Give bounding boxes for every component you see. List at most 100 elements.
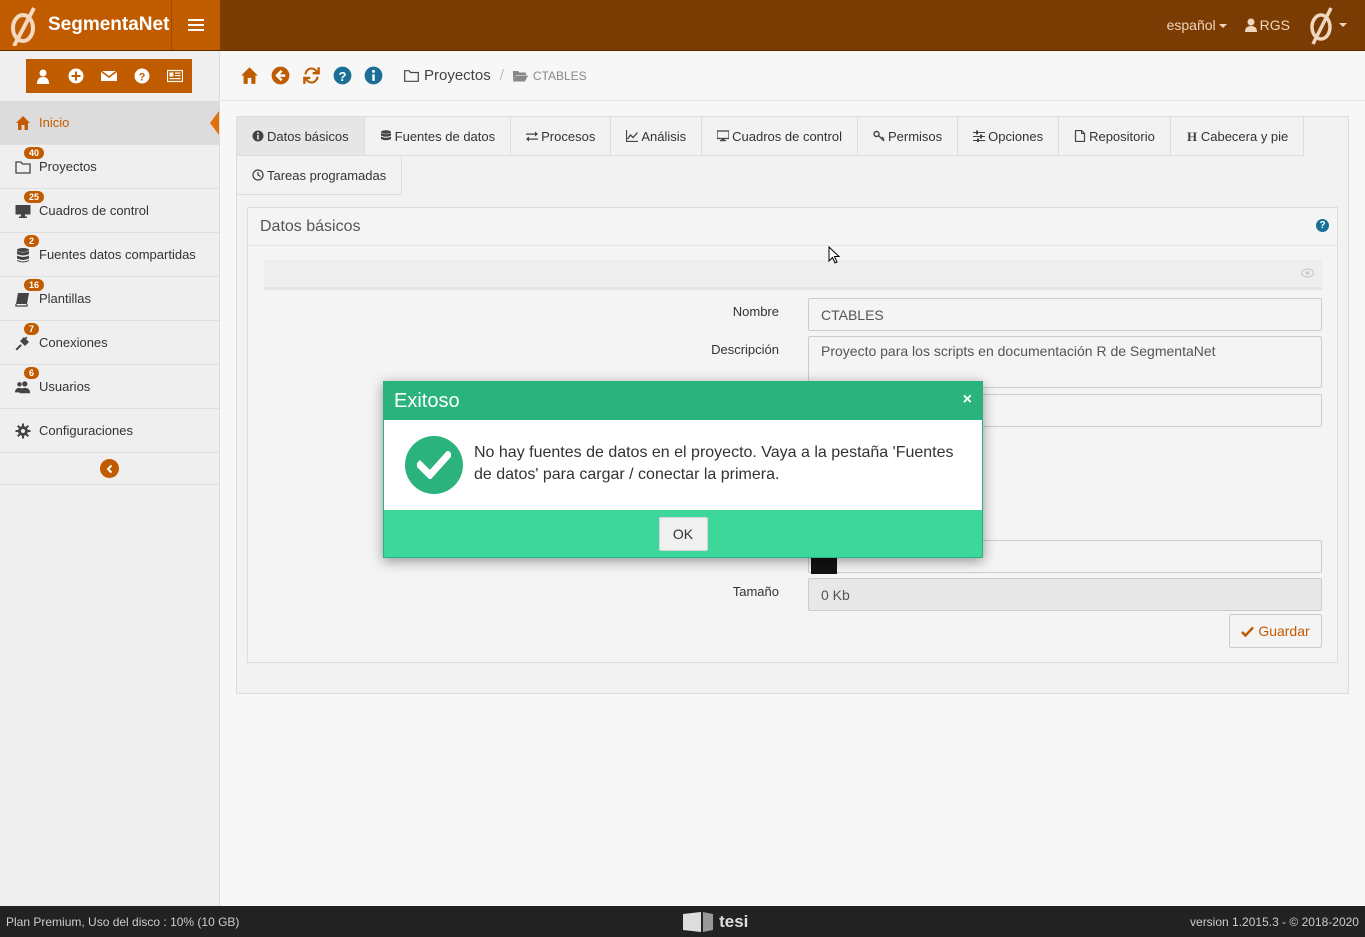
desktop-icon bbox=[15, 204, 31, 218]
eye-icon[interactable] bbox=[1301, 268, 1314, 278]
language-selector[interactable]: español bbox=[1167, 17, 1227, 33]
main-toolbar: ? Proyectos / CTABLES bbox=[221, 51, 1365, 101]
sidebar-item-cuadros[interactable]: 25 Cuadros de control bbox=[0, 189, 219, 233]
modal-message: No hay fuentes de datos en el proyecto. … bbox=[474, 444, 954, 483]
tab-fuentes-de-datos[interactable]: Fuentes de datos bbox=[364, 117, 512, 156]
file-icon bbox=[1074, 130, 1086, 142]
key-icon bbox=[873, 130, 885, 142]
modal-body: No hay fuentes de datos en el proyecto. … bbox=[384, 420, 982, 510]
svg-text:H: H bbox=[1187, 130, 1197, 142]
guardar-button[interactable]: Guardar bbox=[1229, 614, 1322, 648]
user-icon bbox=[37, 69, 49, 84]
badge-fuentes: 2 bbox=[24, 235, 40, 247]
help-button[interactable]: ? bbox=[332, 65, 353, 86]
info-circle-icon bbox=[364, 66, 383, 85]
image-preview-bar bbox=[264, 260, 1322, 290]
sidebar: ? Inicio 40 Proyectos 25 Cuadros de cont… bbox=[0, 51, 220, 906]
sidebar-item-inicio[interactable]: Inicio bbox=[0, 101, 219, 145]
descripcion-label: Descripción bbox=[711, 342, 779, 357]
exchange-icon bbox=[526, 131, 539, 142]
add-button[interactable] bbox=[59, 59, 93, 93]
tab-cuadros-de-control[interactable]: Cuadros de control bbox=[702, 117, 858, 156]
brand[interactable]: SegmentaNet bbox=[0, 0, 220, 50]
breadcrumb: Proyectos / CTABLES bbox=[404, 67, 587, 84]
home-button[interactable] bbox=[239, 65, 260, 86]
info-button[interactable] bbox=[363, 65, 384, 86]
folder-icon bbox=[404, 69, 419, 82]
tesi-logo: tesi bbox=[681, 910, 748, 934]
tamano-label: Tamaño bbox=[732, 584, 779, 599]
breadcrumb-proyectos[interactable]: Proyectos bbox=[424, 67, 491, 84]
close-icon[interactable]: × bbox=[963, 392, 972, 408]
caret-down-icon bbox=[1339, 23, 1347, 27]
plus-circle-icon bbox=[68, 68, 84, 84]
badge-proyectos: 40 bbox=[24, 147, 45, 159]
nombre-label: Nombre bbox=[732, 304, 779, 319]
caret-down-icon bbox=[1218, 24, 1227, 29]
breadcrumb-current: CTABLES bbox=[532, 68, 587, 83]
arrow-left-circle-icon bbox=[271, 66, 290, 85]
tamano-input: 0 Kb bbox=[808, 578, 1322, 611]
nombre-input[interactable]: CTABLES bbox=[808, 298, 1322, 331]
question-circle-icon[interactable]: ? bbox=[1316, 219, 1329, 232]
modal-header: Exitoso × bbox=[384, 382, 982, 420]
quick-actions: ? bbox=[0, 51, 219, 101]
desktop-icon bbox=[717, 130, 730, 142]
modal-footer: OK bbox=[384, 510, 982, 557]
header-icon: H bbox=[1187, 130, 1197, 142]
mouse-cursor-icon bbox=[828, 246, 840, 264]
mail-button[interactable] bbox=[92, 59, 126, 93]
footer: Plan Premium, Uso del disco : 10% (10 GB… bbox=[0, 906, 1365, 937]
gear-icon bbox=[15, 423, 31, 438]
envelope-icon bbox=[101, 70, 117, 81]
sidebar-item-proyectos[interactable]: 40 Proyectos bbox=[0, 145, 219, 189]
tab-cabecera-y-pie[interactable]: H Cabecera y pie bbox=[1170, 117, 1305, 156]
tab-tareas-programadas[interactable]: Tareas programadas bbox=[237, 156, 403, 195]
info-circle-icon bbox=[252, 130, 264, 142]
version-info: version 1.2015.3 - © 2018-2020 bbox=[1190, 914, 1359, 929]
plug-icon bbox=[15, 336, 29, 351]
sidebar-item-fuentes[interactable]: 2 Fuentes datos compartidas bbox=[0, 233, 219, 277]
brand-name: SegmentaNet bbox=[48, 14, 170, 35]
check-icon bbox=[1241, 626, 1255, 637]
news-button[interactable] bbox=[158, 59, 192, 93]
segmentanet-small-logo-icon bbox=[1310, 7, 1333, 45]
sliders-icon bbox=[973, 130, 986, 142]
help-button[interactable]: ? bbox=[125, 59, 159, 93]
database-icon bbox=[17, 247, 29, 262]
svg-text:?: ? bbox=[339, 69, 347, 84]
question-circle-icon: ? bbox=[134, 68, 150, 84]
svg-text:?: ? bbox=[139, 72, 146, 84]
ok-button[interactable]: OK bbox=[658, 516, 708, 551]
home-icon bbox=[16, 115, 30, 130]
tab-procesos[interactable]: Procesos bbox=[511, 117, 612, 156]
folder-icon bbox=[15, 160, 31, 174]
badge-plantillas: 16 bbox=[24, 279, 45, 291]
clock-icon bbox=[252, 169, 264, 181]
tab-datos-basicos[interactable]: Datos básicos bbox=[237, 117, 365, 156]
sidebar-item-configuraciones[interactable]: Configuraciones bbox=[0, 409, 219, 453]
user-menu[interactable]: RGS bbox=[1244, 17, 1290, 33]
refresh-button[interactable] bbox=[301, 65, 322, 86]
back-button[interactable] bbox=[270, 65, 291, 86]
sidebar-collapse[interactable] bbox=[0, 453, 219, 485]
badge-cuadros: 25 bbox=[24, 191, 45, 203]
refresh-icon bbox=[303, 67, 320, 84]
profile-button[interactable] bbox=[26, 59, 60, 93]
sidebar-item-plantillas[interactable]: 16 Plantillas bbox=[0, 277, 219, 321]
tesi-logo-icon bbox=[683, 911, 714, 932]
menu-toggle-button[interactable] bbox=[171, 0, 220, 50]
chevron-left-circle-icon bbox=[100, 459, 119, 478]
success-modal: Exitoso × No hay fuentes de datos en el … bbox=[383, 381, 983, 558]
app-logo-menu[interactable] bbox=[1308, 5, 1347, 45]
tab-analisis[interactable]: Análisis bbox=[611, 117, 703, 156]
badge-usuarios: 6 bbox=[24, 367, 40, 379]
tab-opciones[interactable]: Opciones bbox=[958, 117, 1060, 156]
sidebar-item-usuarios[interactable]: 6 Usuarios bbox=[0, 365, 219, 409]
tab-repositorio[interactable]: Repositorio bbox=[1059, 117, 1171, 156]
tab-permisos[interactable]: Permisos bbox=[857, 117, 959, 156]
sidebar-item-conexiones[interactable]: 7 Conexiones bbox=[0, 321, 219, 365]
top-header: SegmentaNet español RGS bbox=[0, 0, 1365, 51]
home-icon bbox=[241, 67, 258, 84]
hamburger-icon bbox=[188, 24, 204, 26]
